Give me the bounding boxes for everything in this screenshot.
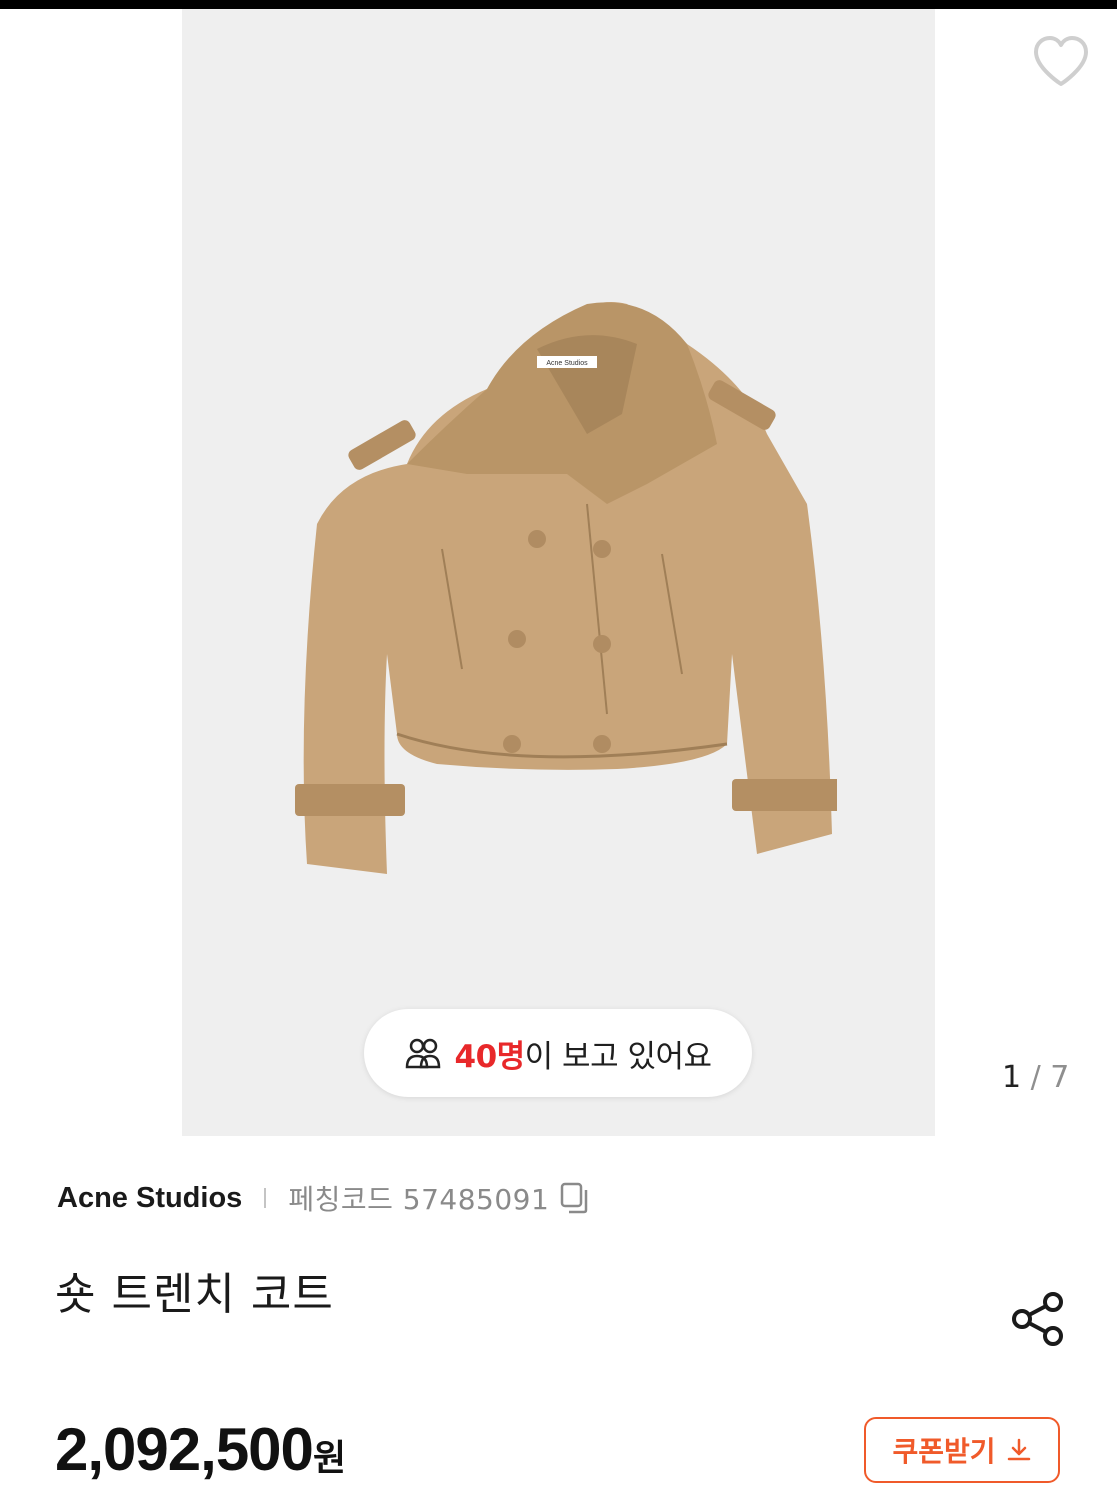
product-image-gallery[interactable]: Acne Studios 40명이 보고 있어요 xyxy=(182,9,935,1136)
brand-link[interactable]: Acne Studios xyxy=(57,1182,242,1215)
viewer-count-badge: 40명이 보고 있어요 xyxy=(364,1009,752,1097)
heart-icon[interactable] xyxy=(1032,34,1090,88)
product-image-jacket: Acne Studios xyxy=(295,302,837,874)
product-code: 페칭코드 57485091 xyxy=(288,1183,550,1216)
copy-icon[interactable] xyxy=(559,1181,591,1215)
people-icon xyxy=(405,1038,440,1069)
viewer-count-text: 이 보고 있어요 xyxy=(524,1038,712,1075)
price-currency: 원 xyxy=(312,1437,347,1478)
download-icon xyxy=(1007,1438,1030,1461)
product-title: 숏 트렌치 코트 xyxy=(55,1269,334,1320)
coupon-button[interactable]: 쿠폰받기 xyxy=(864,1417,1060,1483)
viewer-count-number: 40명 xyxy=(454,1038,526,1075)
status-bar-edge xyxy=(0,0,1117,9)
product-meta: Acne Studios 페칭코드 57485091 xyxy=(57,1178,591,1218)
product-price: 2,092,500원 xyxy=(55,1415,346,1484)
image-pager: 1 / 7 xyxy=(1002,1060,1069,1095)
pager-separator: / xyxy=(1030,1060,1041,1095)
pager-total: 7 xyxy=(1050,1060,1070,1095)
price-amount: 2,092,500 xyxy=(55,1416,314,1483)
pager-current: 1 xyxy=(1002,1060,1022,1095)
garment-label-text: Acne Studios xyxy=(546,360,588,367)
coupon-button-label: 쿠폰받기 xyxy=(892,1435,996,1468)
share-icon[interactable] xyxy=(1010,1290,1066,1348)
meta-divider xyxy=(264,1188,267,1208)
